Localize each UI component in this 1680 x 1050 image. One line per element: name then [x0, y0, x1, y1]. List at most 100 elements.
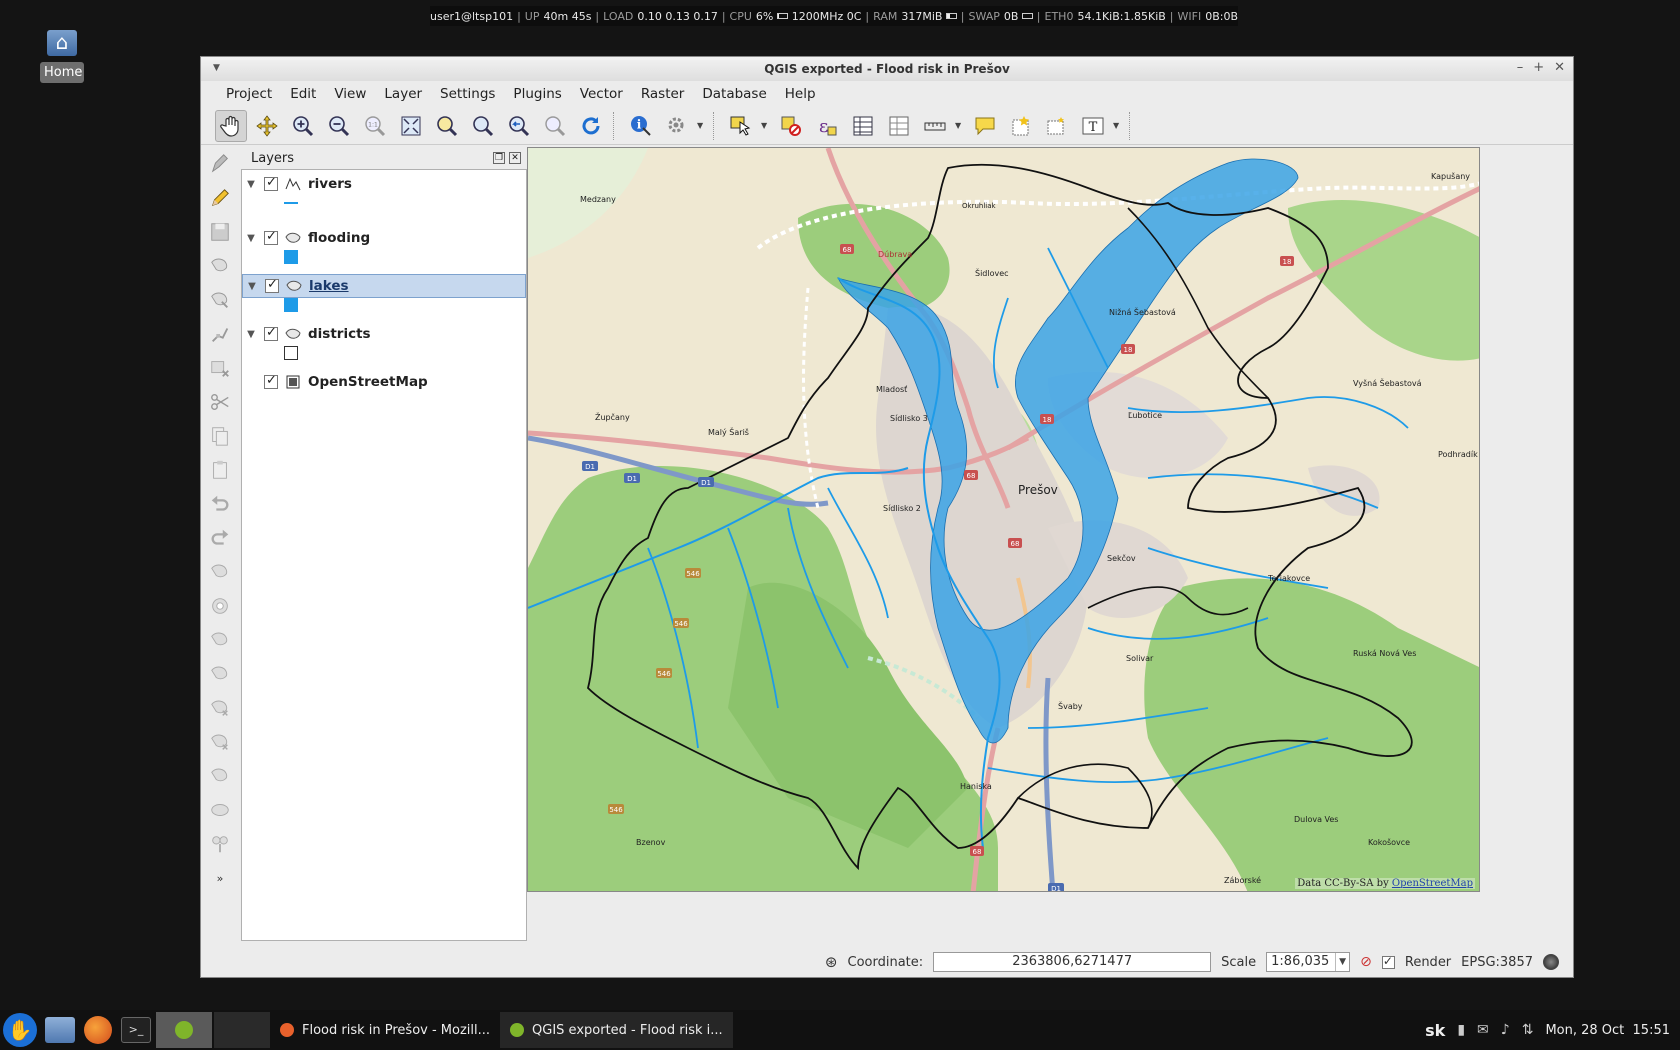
zoom-next-button[interactable]: [539, 110, 571, 142]
menu-vector[interactable]: Vector: [571, 86, 632, 102]
workspace-2[interactable]: [214, 1012, 270, 1048]
menu-database[interactable]: Database: [693, 86, 775, 102]
attribution-link[interactable]: OpenStreetMap: [1392, 878, 1473, 889]
menu-layer[interactable]: Layer: [375, 86, 431, 102]
cut-features-button[interactable]: [205, 385, 235, 419]
crs-globe-icon[interactable]: [1543, 954, 1559, 970]
collapse-icon[interactable]: ▼: [242, 233, 260, 244]
add-feature-button[interactable]: [205, 249, 235, 283]
terminal-launcher[interactable]: >_: [118, 1012, 154, 1048]
layer-visibility-checkbox[interactable]: [264, 373, 278, 389]
delete-part-button[interactable]: [205, 725, 235, 759]
add-part-button[interactable]: [205, 623, 235, 657]
undo-button[interactable]: [205, 487, 235, 521]
simplify-feature-button[interactable]: [205, 555, 235, 589]
delete-ring-button[interactable]: [205, 691, 235, 725]
minimize-icon[interactable]: –: [1517, 60, 1524, 75]
fill-ring-button[interactable]: [205, 657, 235, 691]
coordinate-field[interactable]: 2363806,6271477: [933, 952, 1212, 972]
window-titlebar[interactable]: ▼ QGIS exported - Flood risk in Prešov –…: [201, 57, 1573, 81]
reshape-button[interactable]: [205, 759, 235, 793]
delete-selected-button[interactable]: [205, 351, 235, 385]
menu-help[interactable]: Help: [776, 86, 825, 102]
attribute-table-button[interactable]: [847, 110, 879, 142]
pan-tool-button[interactable]: [215, 109, 247, 142]
menu-view[interactable]: View: [325, 86, 375, 102]
copy-features-button[interactable]: [205, 419, 235, 453]
layer-item-flooding[interactable]: ▼ flooding: [242, 226, 526, 250]
clock[interactable]: Mon, 28 Oct 15:51: [1545, 1023, 1670, 1038]
maximize-icon[interactable]: +: [1533, 60, 1544, 75]
firefox-launcher[interactable]: [80, 1012, 116, 1048]
stop-render-icon[interactable]: ⊘: [1360, 954, 1372, 970]
statistics-button[interactable]: [883, 110, 915, 142]
layer-visibility-checkbox[interactable]: [264, 229, 278, 245]
scale-combo[interactable]: 1:86,035 ▼: [1266, 952, 1351, 972]
workspace-1[interactable]: [156, 1012, 212, 1048]
text-annotation-button[interactable]: T: [1077, 110, 1109, 142]
layer-item-districts[interactable]: ▼ districts: [242, 322, 526, 346]
select-by-expression-button[interactable]: ε: [811, 110, 843, 142]
move-feature-button[interactable]: [205, 283, 235, 317]
battery-icon[interactable]: ▮: [1457, 1022, 1465, 1038]
task-qgis[interactable]: QGIS exported - Flood risk i...: [500, 1012, 733, 1048]
chevron-down-icon[interactable]: ▼: [1335, 953, 1349, 971]
float-panel-icon[interactable]: ❐: [493, 152, 505, 164]
menu-settings[interactable]: Settings: [431, 86, 504, 102]
menu-edit[interactable]: Edit: [281, 86, 325, 102]
zoom-to-selection-button[interactable]: [431, 110, 463, 142]
window-menu-icon[interactable]: ▼: [213, 63, 220, 73]
close-icon[interactable]: ✕: [1554, 60, 1565, 75]
map-canvas[interactable]: Prešov Sídlisko 2 Sídlisko 3 Mladosť Šid…: [527, 147, 1480, 892]
run-action-dropdown-icon[interactable]: ▼: [697, 121, 707, 130]
show-bookmarks-button[interactable]: [1041, 110, 1073, 142]
zoom-last-button[interactable]: [503, 110, 535, 142]
annotation-dropdown-icon[interactable]: ▼: [1113, 121, 1123, 130]
menu-plugins[interactable]: Plugins: [504, 86, 570, 102]
zoom-in-button[interactable]: [287, 110, 319, 142]
deselect-button[interactable]: [775, 110, 807, 142]
run-action-button[interactable]: [661, 110, 693, 142]
zoom-native-button[interactable]: 1:1: [359, 110, 391, 142]
close-panel-icon[interactable]: ✕: [509, 152, 521, 164]
new-bookmark-button[interactable]: [1005, 110, 1037, 142]
add-ring-button[interactable]: [205, 589, 235, 623]
start-menu-button[interactable]: ✋: [0, 1010, 40, 1050]
redo-button[interactable]: [205, 521, 235, 555]
toggle-editing-button[interactable]: [205, 181, 235, 215]
layer-item-openstreetmap[interactable]: OpenStreetMap: [242, 370, 526, 394]
collapse-icon[interactable]: ▼: [243, 281, 261, 292]
coordinate-toggle-icon[interactable]: ⊛: [825, 953, 838, 971]
layer-visibility-checkbox[interactable]: [264, 325, 278, 341]
collapse-icon[interactable]: ▼: [242, 179, 260, 190]
identify-button[interactable]: i: [625, 110, 657, 142]
menu-raster[interactable]: Raster: [632, 86, 694, 102]
measure-dropdown-icon[interactable]: ▼: [955, 121, 965, 130]
mail-icon[interactable]: ✉: [1477, 1022, 1489, 1038]
zoom-full-button[interactable]: [395, 110, 427, 142]
layer-visibility-checkbox[interactable]: [264, 175, 278, 191]
pan-to-selection-button[interactable]: [251, 110, 283, 142]
node-tool-button[interactable]: [205, 317, 235, 351]
measure-button[interactable]: [919, 110, 951, 142]
refresh-button[interactable]: [575, 110, 607, 142]
desktop-home-shortcut[interactable]: Home: [40, 30, 84, 83]
paste-features-button[interactable]: [205, 453, 235, 487]
layer-item-lakes[interactable]: ▼ lakes: [242, 274, 526, 298]
zoom-out-button[interactable]: [323, 110, 355, 142]
map-tips-button[interactable]: [969, 110, 1001, 142]
file-manager-launcher[interactable]: [42, 1012, 78, 1048]
crs-label[interactable]: EPSG:3857: [1461, 955, 1533, 970]
layer-item-rivers[interactable]: ▼ rivers: [242, 172, 526, 196]
render-checkbox[interactable]: [1381, 954, 1395, 969]
network-icon[interactable]: ⇅: [1522, 1022, 1534, 1038]
select-features-button[interactable]: [725, 110, 757, 142]
save-edits-button[interactable]: [205, 215, 235, 249]
select-dropdown-icon[interactable]: ▼: [761, 121, 771, 130]
toolbar-overflow-button[interactable]: »: [205, 861, 235, 895]
menu-project[interactable]: Project: [217, 86, 281, 102]
offset-curve-button[interactable]: [205, 793, 235, 827]
current-edits-button[interactable]: [205, 147, 235, 181]
task-firefox[interactable]: Flood risk in Prešov - Mozill...: [270, 1012, 500, 1048]
zoom-to-layer-button[interactable]: [467, 110, 499, 142]
